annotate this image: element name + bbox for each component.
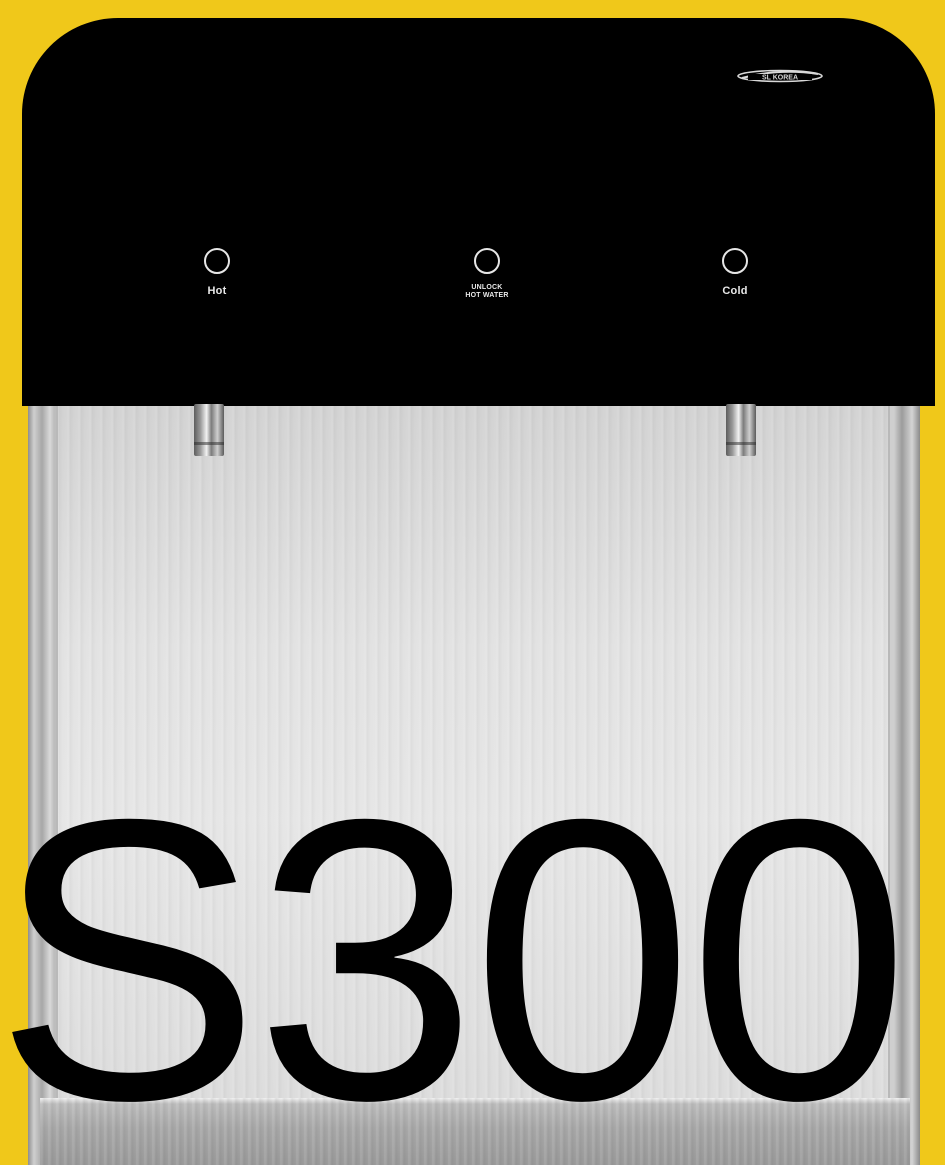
- cold-label: Cold: [722, 285, 748, 297]
- power-ring-icon: [474, 248, 500, 274]
- cold-water-faucet: [726, 404, 756, 456]
- hot-water-faucet: [194, 404, 224, 456]
- product-photo: SL KOREA Hot UNLOCK HOT WATER Cold S300: [0, 0, 945, 1165]
- power-ring-icon: [204, 248, 230, 274]
- unlock-hot-water-button[interactable]: UNLOCK HOT WATER: [427, 248, 547, 300]
- cold-button[interactable]: Cold: [675, 248, 795, 297]
- brand-text: SL KOREA: [762, 75, 798, 82]
- hot-label: Hot: [207, 285, 227, 297]
- unlock-label-line1: UNLOCK: [471, 284, 503, 291]
- model-name: S300: [0, 736, 910, 1165]
- hot-button[interactable]: Hot: [157, 248, 277, 297]
- unlock-label-line2: HOT WATER: [465, 292, 509, 299]
- power-ring-icon: [722, 248, 748, 274]
- brand-logo: SL KOREA: [737, 69, 823, 83]
- unlock-label: UNLOCK HOT WATER: [427, 284, 547, 300]
